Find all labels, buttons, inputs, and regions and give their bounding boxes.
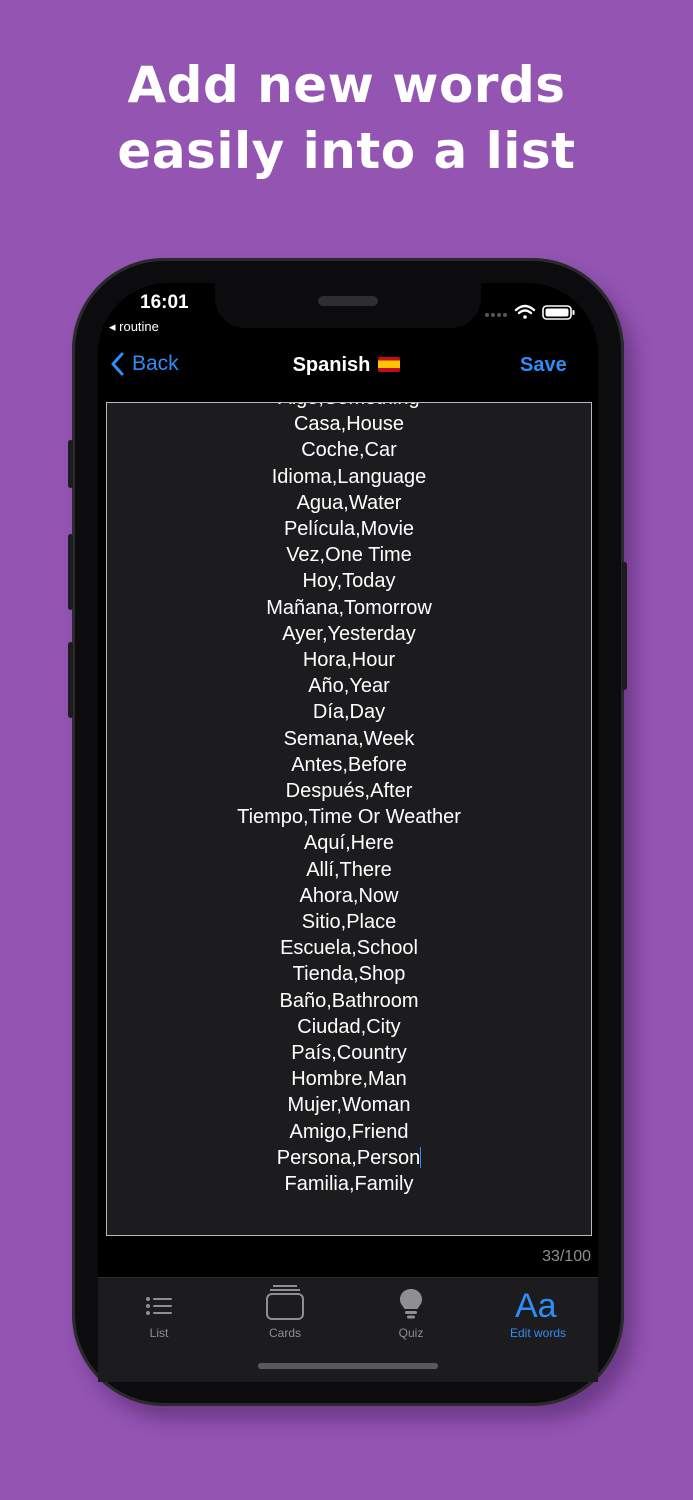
volume-down-button bbox=[68, 642, 73, 718]
spain-flag-icon bbox=[378, 357, 401, 372]
word-line: Agua,Water bbox=[296, 491, 402, 514]
tab-list[interactable]: List bbox=[96, 1282, 222, 1340]
wifi-icon bbox=[514, 304, 536, 319]
list-title: Spanish bbox=[292, 354, 371, 376]
word-line: Hora,Hour bbox=[302, 649, 396, 672]
word-line: Año,Year bbox=[308, 675, 390, 698]
word-line: Ayer,Yesterday bbox=[282, 622, 416, 645]
word-line: Escuela,School bbox=[280, 937, 418, 960]
word-line: Coche,Car bbox=[301, 439, 397, 462]
cards-icon bbox=[266, 1285, 304, 1320]
word-line: Mujer,Woman bbox=[287, 1094, 411, 1117]
tab-quiz-label: Quiz bbox=[398, 1326, 424, 1340]
words-list: Algo,Something Casa,House Coche,Car Idioma… bbox=[107, 403, 591, 1197]
power-button bbox=[622, 562, 627, 690]
save-button[interactable]: Save bbox=[520, 354, 567, 377]
speaker-grille bbox=[318, 296, 378, 306]
word-line: Hombre,Man bbox=[291, 1068, 407, 1091]
word-line: Tienda,Shop bbox=[292, 963, 406, 986]
word-line: Ciudad,City bbox=[297, 1015, 401, 1038]
status-time: 16:01 bbox=[140, 292, 189, 313]
word-counter: 33/100 bbox=[542, 1248, 591, 1265]
word-line: Vez,One Time bbox=[286, 544, 412, 567]
words-text-editor[interactable]: Algo,Something Casa,House Coche,Car Idioma… bbox=[106, 402, 592, 1236]
word-line: Baño,Bathroom bbox=[279, 989, 419, 1012]
word-line: Ahora,Now bbox=[299, 884, 399, 907]
nav-title: Spanish bbox=[0, 354, 693, 377]
tab-edit-words[interactable]: Aa Edit words bbox=[475, 1282, 601, 1340]
volume-up-button bbox=[68, 534, 73, 610]
word-line: Aquí,Here bbox=[303, 832, 395, 855]
word-line-partial: Algo,Something bbox=[107, 403, 591, 411]
headline: Add new words easily into a list bbox=[0, 52, 693, 184]
headline-line-1: Add new words bbox=[127, 56, 566, 114]
word-line: Antes,Before bbox=[291, 753, 407, 776]
word-line: Tiempo,Time Or Weather bbox=[237, 806, 461, 829]
word-line: Hoy,Today bbox=[302, 570, 396, 593]
word-line: Película,Movie bbox=[283, 518, 415, 541]
word-line: Sitio,Place bbox=[301, 911, 397, 934]
tab-cards-label: Cards bbox=[268, 1326, 301, 1340]
list-icon bbox=[146, 1297, 172, 1315]
battery-icon bbox=[542, 305, 575, 320]
word-line: Mañana,Tomorrow bbox=[266, 596, 432, 619]
word-line: Allí,There bbox=[306, 858, 392, 881]
tab-edit-words-label: Edit words bbox=[509, 1326, 567, 1340]
word-line: Amigo,Friend bbox=[289, 1120, 409, 1143]
svg-text:Aa: Aa bbox=[515, 1287, 557, 1320]
word-line: Persona,Person bbox=[276, 1146, 422, 1169]
status-icons bbox=[485, 304, 575, 320]
lightbulb-icon bbox=[400, 1289, 422, 1319]
word-line: Después,After bbox=[285, 780, 413, 803]
text-cursor bbox=[420, 1146, 422, 1168]
signal-dots-icon bbox=[485, 313, 507, 317]
status-back-to-app[interactable]: ◂ routine bbox=[109, 319, 159, 335]
tab-list-label: List bbox=[149, 1326, 169, 1340]
word-line: Semana,Week bbox=[283, 727, 415, 750]
home-indicator bbox=[258, 1363, 438, 1369]
silent-switch bbox=[68, 440, 73, 488]
tab-cards[interactable]: Cards bbox=[222, 1282, 348, 1340]
word-line: País,Country bbox=[291, 1042, 407, 1065]
word-line: Día,Day bbox=[312, 701, 386, 724]
tab-quiz[interactable]: Quiz bbox=[348, 1282, 474, 1340]
word-line: Familia,Family bbox=[284, 1173, 414, 1196]
word-line: Idioma,Language bbox=[271, 465, 427, 488]
word-line: Casa,House bbox=[293, 413, 405, 436]
headline-line-2: easily into a list bbox=[117, 122, 576, 180]
text-size-icon: Aa bbox=[515, 1287, 557, 1320]
